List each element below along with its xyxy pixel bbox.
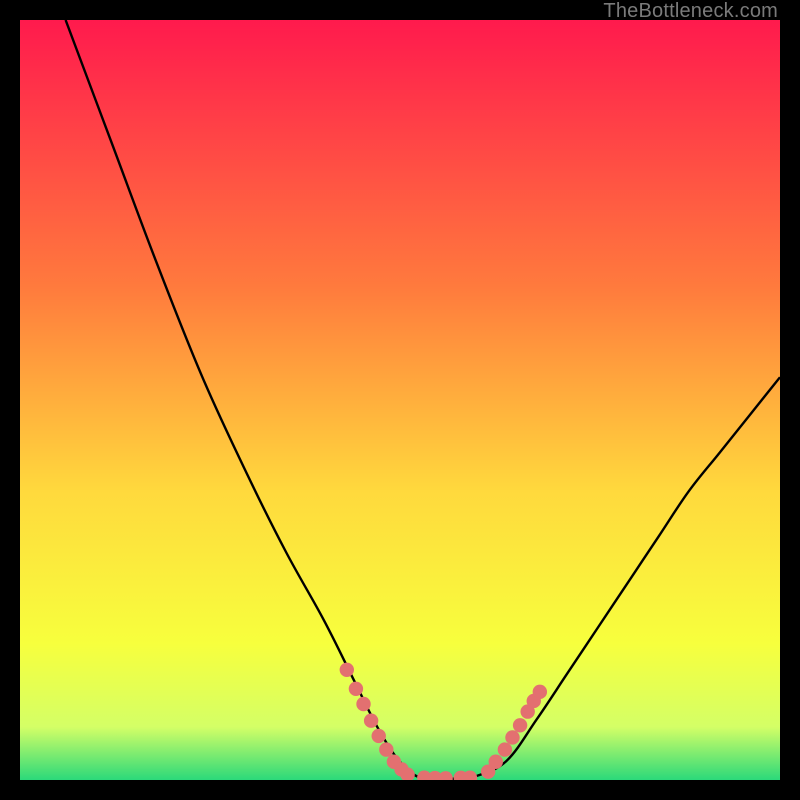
data-marker xyxy=(489,755,503,769)
chart-frame xyxy=(20,20,780,780)
data-marker xyxy=(513,718,527,732)
gradient-background xyxy=(20,20,780,780)
data-marker xyxy=(340,663,354,677)
data-marker xyxy=(372,729,386,743)
data-marker xyxy=(505,730,519,744)
attribution-text: TheBottleneck.com xyxy=(603,0,778,23)
data-marker xyxy=(364,714,378,728)
data-marker xyxy=(349,682,363,696)
bottleneck-chart xyxy=(20,20,780,780)
data-marker xyxy=(356,697,370,711)
data-marker xyxy=(533,685,547,699)
data-marker xyxy=(498,742,512,756)
data-marker xyxy=(379,742,393,756)
